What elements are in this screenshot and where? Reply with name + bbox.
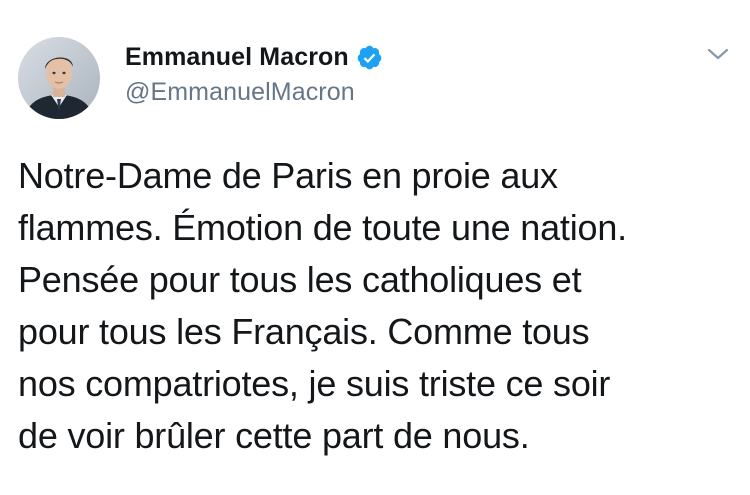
tweet-header: Emmanuel Macron @EmmanuelMacron bbox=[125, 40, 383, 107]
tweet-card: Emmanuel Macron @EmmanuelMacron Notre-Da… bbox=[0, 0, 750, 495]
name-row: Emmanuel Macron bbox=[125, 40, 383, 74]
tweet-text-line: nos compatriotes, je suis triste ce soir bbox=[18, 363, 611, 404]
tweet-text-line: Pensée pour tous les catholiques et bbox=[18, 259, 582, 300]
author-display-name[interactable]: Emmanuel Macron bbox=[125, 43, 349, 72]
profile-photo-icon bbox=[18, 37, 100, 119]
tweet-text-line: Notre-Dame de Paris en proie aux bbox=[18, 155, 558, 196]
author-handle[interactable]: @EmmanuelMacron bbox=[125, 78, 383, 107]
tweet-text: Notre-Dame de Paris en proie aux flammes… bbox=[18, 150, 733, 462]
chevron-down-icon[interactable] bbox=[704, 44, 732, 64]
tweet-text-line: flammes. Émotion de toute une nation. bbox=[18, 207, 627, 248]
tweet-text-line: pour tous les Français. Comme tous bbox=[18, 311, 590, 352]
avatar[interactable] bbox=[18, 37, 100, 119]
verified-badge-icon bbox=[356, 44, 383, 71]
tweet-text-line: de voir brûler cette part de nous. bbox=[18, 415, 530, 456]
